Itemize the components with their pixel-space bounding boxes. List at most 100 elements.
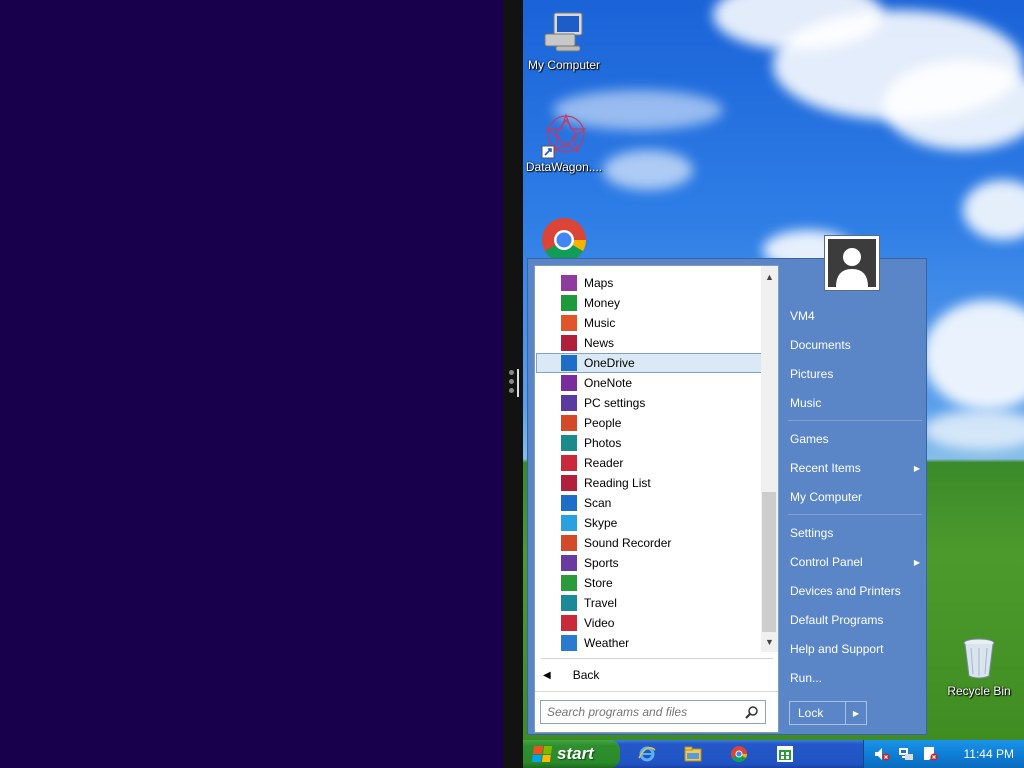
places-item-vm4[interactable]: VM4 xyxy=(790,306,920,326)
desktop-icon-chrome[interactable] xyxy=(524,216,604,264)
back-button[interactable]: ◀ Back xyxy=(543,664,599,686)
places-item-pictures[interactable]: Pictures xyxy=(790,364,920,384)
program-item-travel[interactable]: Travel xyxy=(536,593,763,613)
pc-settings-icon xyxy=(561,395,577,411)
scroll-thumb[interactable] xyxy=(762,492,776,632)
program-item-onedrive[interactable]: OneDrive xyxy=(536,353,763,373)
search-icon[interactable] xyxy=(745,705,759,719)
places-item-label: Devices and Printers xyxy=(790,584,901,598)
places-item-my-computer[interactable]: My Computer xyxy=(790,487,920,507)
program-label: Reading List xyxy=(584,476,651,490)
program-item-people[interactable]: People xyxy=(536,413,763,433)
desktop-icon-label: DataWagon.... xyxy=(525,160,603,174)
start-label: start xyxy=(557,744,594,763)
program-label: Scan xyxy=(584,496,612,510)
volume-muted-icon[interactable] xyxy=(874,746,890,762)
maps-icon xyxy=(561,275,577,291)
program-item-scan[interactable]: Scan xyxy=(536,493,763,513)
recycle-bin-icon xyxy=(955,636,1003,680)
places-item-label: Documents xyxy=(790,338,851,352)
lock-split-button: Lock ▶ xyxy=(789,701,867,725)
desktop-icon-datawagon[interactable]: DataWagon.... xyxy=(524,112,604,174)
program-item-photos[interactable]: Photos xyxy=(536,433,763,453)
scan-icon xyxy=(561,495,577,511)
program-label: Weather xyxy=(584,636,630,650)
program-label: Travel xyxy=(584,596,617,610)
program-item-skype[interactable]: Skype xyxy=(536,513,763,533)
places-item-label: Pictures xyxy=(790,367,834,381)
desktop-icon-recycle-bin[interactable]: Recycle Bin xyxy=(939,636,1019,698)
file-explorer-icon[interactable] xyxy=(684,745,702,763)
places-item-devices-and-printers[interactable]: Devices and Printers xyxy=(790,581,920,601)
action-center-warning-icon[interactable] xyxy=(922,746,938,762)
sports-icon xyxy=(561,555,577,571)
program-item-reader[interactable]: Reader xyxy=(536,453,763,473)
places-item-default-programs[interactable]: Default Programs xyxy=(790,610,920,630)
program-item-money[interactable]: Money xyxy=(536,293,763,313)
internet-explorer-icon[interactable] xyxy=(638,745,656,763)
lock-options-arrow-icon[interactable]: ▶ xyxy=(846,702,866,724)
program-label: Sports xyxy=(584,556,619,570)
places-item-music[interactable]: Music xyxy=(790,393,920,413)
places-item-label: Recent Items xyxy=(790,461,861,475)
search-box[interactable] xyxy=(540,700,766,724)
windows-logo-icon xyxy=(531,746,553,762)
lock-button[interactable]: Lock xyxy=(790,702,846,724)
places-item-label: Settings xyxy=(790,526,834,540)
program-list-scrollbar[interactable]: ▲ ▼ xyxy=(761,266,778,652)
start-menu-places-pane: Lock ▶ VM4 Documents Pictures Music Games Rec… xyxy=(782,235,928,736)
places-item-recent-items[interactable]: Recent Items ▶ xyxy=(790,458,920,478)
money-icon xyxy=(561,295,577,311)
divider-bar[interactable] xyxy=(517,369,519,397)
places-item-games[interactable]: Games xyxy=(790,429,920,449)
scroll-up-icon[interactable]: ▲ xyxy=(761,268,778,285)
user-icon xyxy=(828,239,876,287)
places-item-label: VM4 xyxy=(790,309,815,323)
program-label: Sound Recorder xyxy=(584,536,672,550)
start-button[interactable]: start xyxy=(523,740,620,768)
program-label: Video xyxy=(584,616,615,630)
program-item-news[interactable]: News xyxy=(536,333,763,353)
places-item-documents[interactable]: Documents xyxy=(790,335,920,355)
places-item-help-and-support[interactable]: Help and Support xyxy=(790,639,920,659)
program-label: Money xyxy=(584,296,621,310)
divider-grip-icon[interactable] xyxy=(509,370,515,397)
program-item-reading-list[interactable]: Reading List xyxy=(536,473,763,493)
start-menu-programs-pane: Maps Money Music News OneDrive OneNote PC sett… xyxy=(534,265,779,733)
desktop-icon-label: Recycle Bin xyxy=(947,684,1011,698)
computer-icon xyxy=(540,10,588,54)
program-item-weather[interactable]: Weather xyxy=(536,633,763,653)
program-item-music[interactable]: Music xyxy=(536,313,763,333)
scroll-down-icon[interactable]: ▼ xyxy=(761,633,778,650)
desktop-icon-my-computer[interactable]: My Computer xyxy=(524,10,604,72)
places-item-run[interactable]: Run... xyxy=(790,668,920,688)
program-item-store[interactable]: Store xyxy=(536,573,763,593)
program-item-sports[interactable]: Sports xyxy=(536,553,763,573)
store-taskbar-icon[interactable] xyxy=(776,745,794,763)
program-label: People xyxy=(584,416,622,430)
program-item-onenote[interactable]: OneNote xyxy=(536,373,763,393)
places-item-label: Music xyxy=(790,396,822,410)
user-avatar[interactable] xyxy=(824,235,880,291)
network-icon[interactable] xyxy=(898,746,914,762)
program-item-pc-settings[interactable]: PC settings xyxy=(536,393,763,413)
program-item-sound-recorder[interactable]: Sound Recorder xyxy=(536,533,763,553)
travel-icon xyxy=(561,595,577,611)
places-item-label: My Computer xyxy=(790,490,863,504)
program-label: PC settings xyxy=(584,396,646,410)
program-item-video[interactable]: Video xyxy=(536,613,763,633)
divider xyxy=(541,658,773,659)
program-label: OneDrive xyxy=(584,356,635,370)
video-icon xyxy=(561,615,577,631)
search-input[interactable] xyxy=(541,705,731,719)
weather-icon xyxy=(561,635,577,651)
program-label: Photos xyxy=(584,436,622,450)
chrome-taskbar-icon[interactable] xyxy=(730,745,748,763)
places-item-label: Default Programs xyxy=(790,613,884,627)
back-arrow-icon: ◀ xyxy=(543,669,551,681)
places-item-settings[interactable]: Settings xyxy=(790,523,920,543)
places-item-control-panel[interactable]: Control Panel ▶ xyxy=(790,552,920,572)
clock[interactable]: 11:44 PM xyxy=(964,747,1014,761)
people-icon xyxy=(561,415,577,431)
program-item-maps[interactable]: Maps xyxy=(536,273,763,293)
